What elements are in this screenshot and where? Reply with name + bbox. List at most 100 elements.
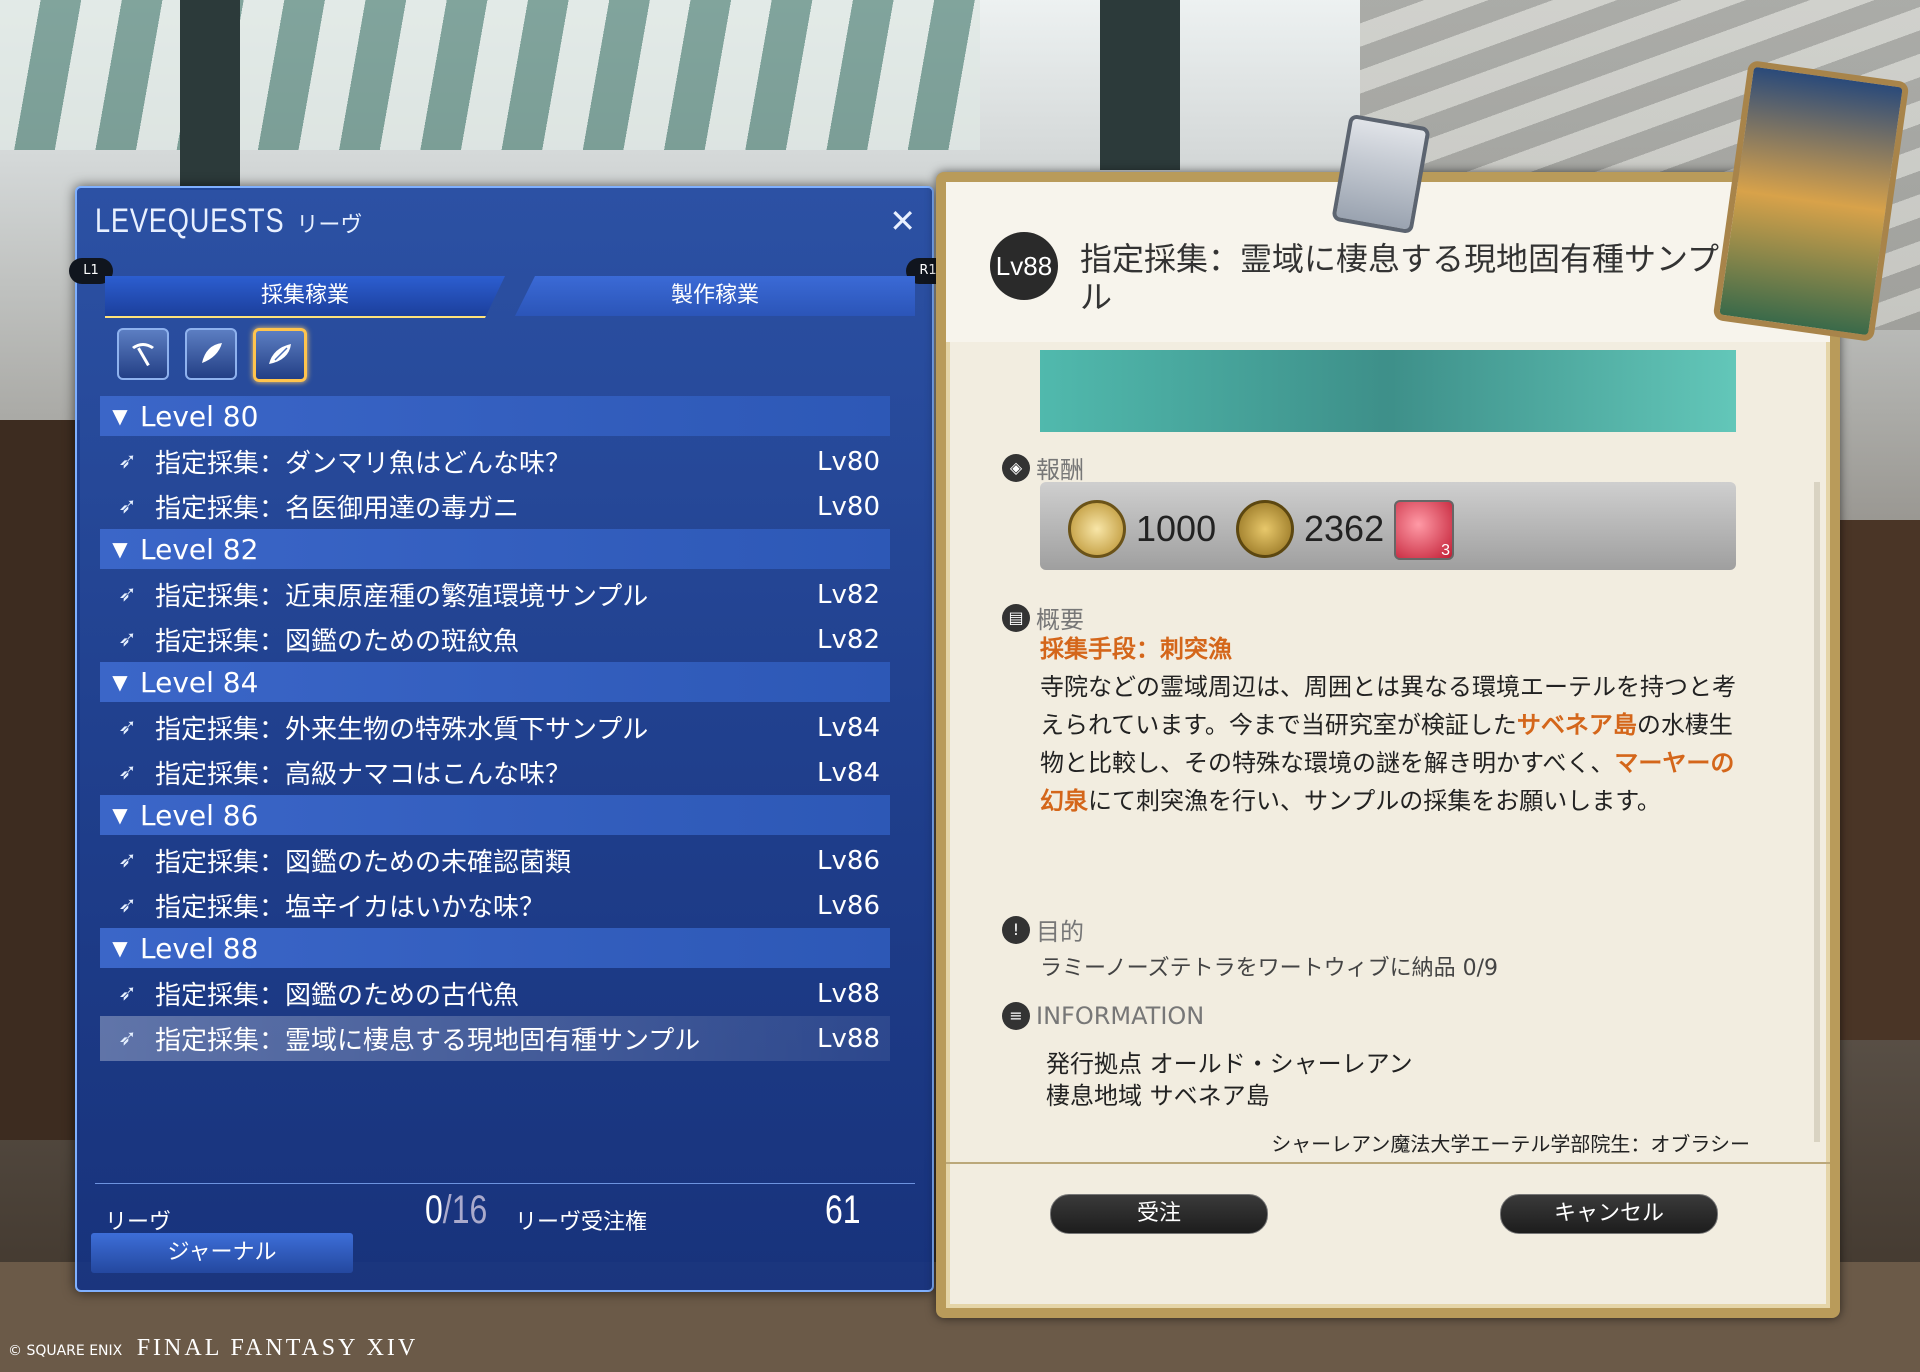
reward-gil[interactable]: 2362 <box>1236 500 1384 558</box>
leve-count-max: 16 <box>451 1188 488 1232</box>
group-label: Level 86 <box>140 798 259 832</box>
button-bar: 受注 キャンセル <box>946 1162 1830 1310</box>
information-label: INFORMATION <box>1036 1002 1205 1030</box>
exclamation-icon: ! <box>1002 915 1030 944</box>
group-header-level-88[interactable]: ▼ Level 88 <box>100 928 890 968</box>
quest-name: 指定採集：高級ナマコはこんな味？ <box>155 760 572 790</box>
book-icon: ▤ <box>1002 603 1030 632</box>
fish-icon: ➶ <box>118 893 137 918</box>
tab-crafting[interactable]: 製作稼業 <box>515 276 915 316</box>
group-header-level-80[interactable]: ▼ Level 80 <box>100 396 890 436</box>
group-header-level-86[interactable]: ▼ Level 86 <box>100 795 890 835</box>
list-item-selected[interactable]: ➶ 指定採集：霊域に棲息する現地固有種サンプル Lv88 <box>100 1016 890 1061</box>
allowance-value: 61 <box>825 1188 861 1232</box>
chevron-down-icon: ▼ <box>112 537 128 561</box>
list-item[interactable]: ➶ 指定採集：外来生物の特殊水質下サンプル Lv84 <box>100 705 890 750</box>
list-item[interactable]: ➶ 指定採集：図鑑のための斑紋魚 Lv82 <box>100 617 890 662</box>
close-button[interactable]: ✕ <box>889 202 916 240</box>
gil-coin-icon <box>1236 500 1294 558</box>
journal-button[interactable]: ジャーナル <box>91 1233 353 1273</box>
group-label: Level 88 <box>140 931 259 965</box>
seal-icon <box>1068 500 1126 558</box>
miner-pickaxe-icon[interactable] <box>117 328 169 380</box>
quest-name: 指定採集：外来生物の特殊水質下サンプル <box>155 715 649 745</box>
fish-icon: ➶ <box>118 449 137 474</box>
summary-highlight: サベネア島 <box>1516 711 1637 739</box>
quest-level: Lv80 <box>817 491 880 522</box>
background-awning <box>0 0 980 150</box>
quest-name: 指定採集：霊域に棲息する現地固有種サンプル <box>155 1026 701 1056</box>
chevron-down-icon: ▼ <box>112 803 128 827</box>
fish-icon: ➶ <box>118 582 137 607</box>
fish-icon: ➶ <box>118 981 137 1006</box>
window-title-jp: リーヴ <box>296 213 363 238</box>
fisher-fish-icon[interactable] <box>253 328 307 382</box>
quest-list: ▼ Level 80 ➶ 指定採集：ダンマリ魚はどんな味？ Lv80 ➶ 指定採集：名医… <box>100 396 890 1061</box>
quest-name: 指定採集：ダンマリ魚はどんな味？ <box>155 449 572 479</box>
info-issue-location: 発行拠点 オールド・シャーレアン <box>1046 1050 1413 1078</box>
game-logo: FINAL FANTASY XIV <box>136 1335 419 1361</box>
list-item[interactable]: ➶ 指定採集：塩辛イカはいかな味？ Lv86 <box>100 883 890 928</box>
window-title: LEVEQUESTS リーヴ <box>95 202 362 241</box>
list-item[interactable]: ➶ 指定採集：ダンマリ魚はどんな味？ Lv80 <box>100 439 890 484</box>
leve-count-current: 0 <box>425 1188 443 1232</box>
quest-issuer: シャーレアン魔法大学エーテル学部院生：オブラシー <box>1271 1132 1750 1156</box>
quest-level: Lv82 <box>817 624 880 655</box>
chevron-down-icon: ▼ <box>112 936 128 960</box>
document-icon: ≡ <box>1002 1002 1030 1030</box>
quest-level: Lv86 <box>817 890 880 921</box>
quest-summary: 採集手段：刺突漁 寺院などの霊域周辺は、周囲とは異なる環境エーテルを持つと考えら… <box>1040 630 1740 820</box>
quest-level: Lv88 <box>817 978 880 1009</box>
leve-footer: リーヴ 0/16 リーヴ受注権 61 <box>95 1183 915 1235</box>
fish-icon: ➶ <box>118 1026 137 1051</box>
fish-icon: ➶ <box>118 848 137 873</box>
reward-seals[interactable]: 1000 <box>1068 500 1216 558</box>
leve-count: 0/16 <box>425 1188 488 1232</box>
background-wood-left <box>0 420 80 1140</box>
item-orb-icon: 3 <box>1394 500 1454 560</box>
fish-icon: ➶ <box>118 627 137 652</box>
reward-seals-value: 1000 <box>1136 508 1217 549</box>
summary-text: 寺院などの霊域周辺は、周囲とは異なる環境エーテルを持つと考えられています。今まで… <box>1040 668 1740 820</box>
list-item[interactable]: ➶ 指定採集：図鑑のための未確認菌類 Lv86 <box>100 838 890 883</box>
quest-name: 指定採集：図鑑のための古代魚 <box>155 981 520 1011</box>
level-badge: Lv88 <box>990 232 1058 300</box>
allowance-label: リーヴ受注権 <box>515 1210 648 1235</box>
cancel-button[interactable]: キャンセル <box>1500 1194 1718 1234</box>
info-habitat: 棲息地域 サベネア島 <box>1046 1082 1270 1110</box>
list-item[interactable]: ➶ 指定採集：近東原産種の繁殖環境サンプル Lv82 <box>100 572 890 617</box>
list-item[interactable]: ➶ 指定採集：図鑑のための古代魚 Lv88 <box>100 971 890 1016</box>
window-title-en: LEVEQUESTS <box>95 202 285 240</box>
reward-gil-value: 2362 <box>1304 508 1385 549</box>
reward-item[interactable]: 3 <box>1394 500 1454 560</box>
list-item[interactable]: ➶ 指定採集：高級ナマコはこんな味？ Lv84 <box>100 750 890 795</box>
class-filter <box>117 328 307 382</box>
botanist-hatchet-icon[interactable] <box>185 328 237 380</box>
quest-level: Lv86 <box>817 845 880 876</box>
background-pillar <box>1100 0 1180 170</box>
group-label: Level 80 <box>140 399 259 433</box>
scrollbar[interactable] <box>1814 482 1820 1142</box>
fish-icon: ➶ <box>118 715 137 740</box>
copyright: © SQUARE ENIX FINAL FANTASY XIV <box>8 1335 418 1362</box>
fish-icon: ➶ <box>118 760 137 785</box>
list-item[interactable]: ➶ 指定採集：名医御用達の毒ガニ Lv80 <box>100 484 890 529</box>
reward-icon: ◈ <box>1002 453 1030 482</box>
reward-header: ◈ 報酬 <box>1002 450 1084 485</box>
information-header: ≡ INFORMATION <box>1002 1002 1204 1030</box>
quest-name: 指定採集：図鑑のための未確認菌類 <box>155 848 572 878</box>
reward-bar: 1000 2362 3 <box>1040 482 1736 570</box>
objective-label: 目的 <box>1036 918 1084 946</box>
quest-level: Lv82 <box>817 579 880 610</box>
quest-name: 指定採集：図鑑のための斑紋魚 <box>155 627 520 657</box>
background-pillar <box>180 0 240 190</box>
item-quantity: 3 <box>1441 542 1450 559</box>
accept-button[interactable]: 受注 <box>1050 1194 1268 1234</box>
tab-gathering[interactable]: 採集稼業 <box>105 276 505 318</box>
fish-icon: ➶ <box>118 494 137 519</box>
reward-label: 報酬 <box>1036 456 1084 484</box>
group-header-level-82[interactable]: ▼ Level 82 <box>100 529 890 569</box>
group-header-level-84[interactable]: ▼ Level 84 <box>100 662 890 702</box>
objective-text: ラミーノーズテトラをワートウィブに納品 0/9 <box>1040 956 1498 981</box>
quest-name: 指定採集：塩辛イカはいかな味？ <box>155 893 546 923</box>
